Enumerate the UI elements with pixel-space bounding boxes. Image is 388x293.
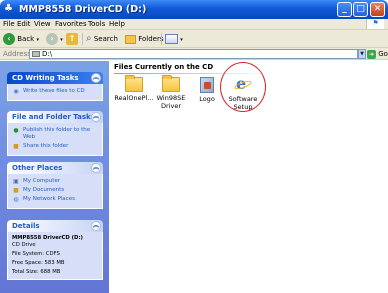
publish-folder-link[interactable]: ● Publish this folder to the Web	[12, 127, 98, 141]
panel-header[interactable]: Other Places ︽	[7, 162, 103, 174]
search-icon: ⌕	[86, 33, 92, 44]
panel-body: ● Publish this folder to the Web ■ Share…	[7, 123, 103, 156]
collapse-chevron-icon[interactable]: ︽	[91, 112, 101, 122]
collapse-chevron-icon[interactable]: ︽	[91, 221, 101, 231]
folders-button[interactable]: Folders	[125, 32, 164, 46]
back-label: Back	[17, 35, 35, 43]
panel-title: Other Places	[12, 164, 63, 172]
panel-header[interactable]: CD Writing Tasks ︽	[7, 72, 103, 84]
drive-type: CD Drive	[12, 242, 36, 248]
task-label: My Network Places	[23, 196, 75, 202]
address-label: Address	[3, 50, 31, 58]
up-folder-icon: ↑	[66, 33, 78, 45]
views-icon	[165, 34, 178, 44]
collapse-chevron-icon[interactable]: ︽	[91, 163, 101, 173]
file-folder-tasks-panel: File and Folder Tasks ︽ ● Publish this f…	[7, 111, 103, 156]
menu-tools[interactable]: Tools	[88, 20, 105, 29]
shared-folder-icon: ■	[13, 143, 19, 150]
total-size: Total Size: 688 MB	[12, 269, 61, 275]
up-folder-button[interactable]: ↑	[66, 32, 78, 46]
chevron-down-icon: ▾	[36, 37, 39, 43]
chevron-down-icon: ▾	[60, 37, 63, 43]
task-label: Publish this folder to the Web	[23, 127, 91, 140]
toolbar: ‹ Back ▾ › ▾ ↑ ⌕ Search Folders ▾	[0, 30, 388, 48]
windows-logo-icon: ⚑	[366, 19, 384, 29]
menu-edit[interactable]: Edit	[17, 20, 31, 29]
panel-body: MMP8558 DriverCD (D:) CD Drive File Syst…	[7, 232, 103, 280]
task-label: My Documents	[23, 187, 65, 193]
computer-icon: ▣	[13, 178, 19, 185]
search-label: Search	[93, 35, 118, 43]
other-places-panel: Other Places ︽ ▣ My Computer ■ My Docume…	[7, 162, 103, 209]
task-label: Write these files to CD	[23, 88, 85, 94]
image-file-icon	[200, 77, 214, 93]
panel-title: Details	[12, 222, 40, 230]
panel-body: ▣ My Computer ■ My Documents ◍ My Networ…	[7, 174, 103, 209]
menu-help[interactable]: Help	[109, 20, 125, 29]
toolbar-separator	[82, 33, 83, 45]
file-list-view[interactable]: Files Currently on the CD RealOnePl... W…	[109, 61, 388, 293]
free-space: Free Space: 583 MB	[12, 260, 65, 266]
cd-drive-icon	[32, 51, 40, 57]
collapse-chevron-icon[interactable]: ︽	[91, 73, 101, 83]
minimize-button[interactable]: _	[337, 2, 352, 17]
window-title: MMP8558 DriverCD (D:)	[19, 4, 147, 15]
go-arrow-icon: ➜	[367, 49, 376, 59]
go-label: Go	[378, 50, 388, 58]
menu-bar: File Edit View Favorites Tools Help ⚑	[0, 19, 388, 30]
folder-icon	[125, 75, 143, 92]
my-network-places-link[interactable]: ◍ My Network Places	[12, 196, 98, 203]
title-bar[interactable]: ♣ MMP8558 DriverCD (D:) _ □ ✕	[0, 0, 388, 19]
cd-writing-tasks-panel: CD Writing Tasks ︽ ◉ Write these files t…	[7, 72, 103, 101]
panel-title: File and Folder Tasks	[12, 113, 95, 121]
menu-file[interactable]: File	[3, 20, 15, 29]
menu-view[interactable]: View	[34, 20, 51, 29]
write-files-to-cd-link[interactable]: ◉ Write these files to CD	[12, 88, 98, 95]
drive-name: MMP8558 DriverCD (D:)	[12, 235, 83, 241]
panel-header[interactable]: Details ︽	[7, 220, 103, 232]
task-label: Share this folder	[23, 143, 69, 149]
address-bar: Address D:\ ▼ ➜ Go	[0, 48, 388, 60]
back-arrow-icon: ‹	[3, 33, 15, 45]
group-title: Files Currently on the CD	[114, 63, 214, 71]
folders-label: Folders	[138, 35, 164, 43]
forward-arrow-icon: ›	[46, 33, 58, 45]
forward-button[interactable]: › ▾	[46, 32, 63, 46]
cd-burn-icon: ◉	[13, 88, 19, 95]
search-button[interactable]: ⌕ Search	[86, 32, 118, 46]
documents-folder-icon: ■	[13, 187, 19, 194]
folders-icon	[125, 34, 136, 44]
panel-header[interactable]: File and Folder Tasks ︽	[7, 111, 103, 123]
highlight-circle	[220, 62, 266, 112]
share-folder-link[interactable]: ■ Share this folder	[12, 143, 98, 150]
views-button[interactable]: ▾	[165, 32, 183, 46]
panel-title: CD Writing Tasks	[12, 74, 79, 82]
maximize-button[interactable]: □	[353, 2, 368, 17]
panel-body: ◉ Write these files to CD	[7, 84, 103, 101]
toolbar-separator	[161, 33, 162, 45]
cd-drive-icon: ♣	[4, 3, 13, 14]
chevron-down-icon: ▾	[180, 37, 183, 43]
network-places-icon: ◍	[13, 196, 19, 203]
my-documents-link[interactable]: ■ My Documents	[12, 187, 98, 194]
address-dropdown-button[interactable]: ▼	[358, 49, 366, 59]
my-computer-link[interactable]: ▣ My Computer	[12, 178, 98, 185]
close-button[interactable]: ✕	[370, 2, 385, 17]
go-button[interactable]: ➜ Go	[367, 49, 388, 59]
address-value: D:\	[42, 50, 53, 58]
menu-favorites[interactable]: Favorites	[55, 20, 87, 29]
address-input[interactable]: D:\	[29, 49, 358, 59]
task-pane: CD Writing Tasks ︽ ◉ Write these files t…	[0, 61, 109, 293]
file-system: File System: CDFS	[12, 251, 60, 257]
details-panel: Details ︽ MMP8558 DriverCD (D:) CD Drive…	[7, 220, 103, 280]
back-button[interactable]: ‹ Back ▾	[3, 32, 39, 46]
folder-icon	[162, 75, 180, 92]
globe-icon: ●	[13, 127, 19, 134]
task-label: My Computer	[23, 178, 61, 184]
